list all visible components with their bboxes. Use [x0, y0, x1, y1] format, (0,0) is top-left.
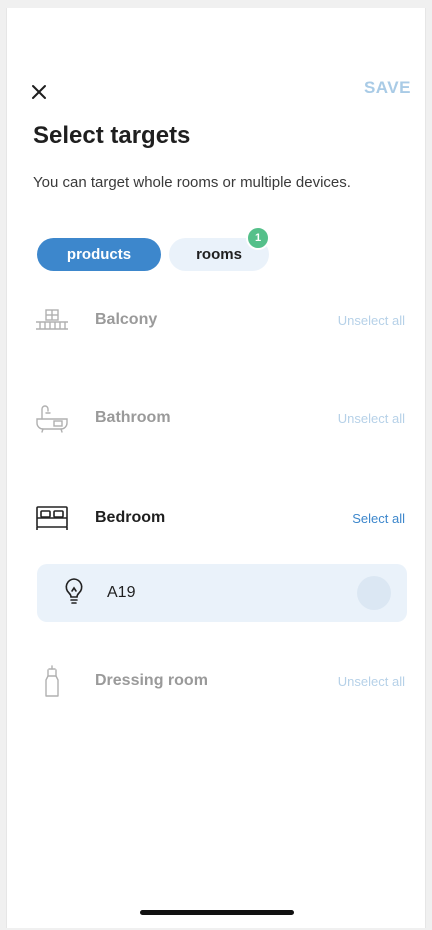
unselect-all-bathroom-link[interactable]: Unselect all	[338, 411, 405, 426]
room-label: Dressing room	[95, 672, 208, 689]
close-button[interactable]	[27, 80, 51, 104]
page-subtitle: You can target whole rooms or multiple d…	[33, 174, 351, 191]
lightbulb-icon	[63, 577, 85, 610]
page-title: Select targets	[33, 122, 191, 149]
room-label: Balcony	[95, 311, 158, 328]
unselect-all-dressing-room-link[interactable]: Unselect all	[338, 674, 405, 689]
save-button[interactable]: SAVE	[364, 78, 411, 98]
bathtub-icon	[33, 403, 71, 433]
select-all-bedroom-link[interactable]: Select all	[352, 511, 405, 526]
dress-icon	[33, 665, 71, 697]
home-indicator[interactable]	[140, 910, 294, 915]
device-item-a19[interactable]: A19	[37, 564, 407, 622]
tab-products[interactable]: products	[37, 238, 161, 271]
unselect-all-balcony-link[interactable]: Unselect all	[338, 313, 405, 328]
close-icon	[32, 85, 46, 99]
room-row-bathroom: Bathroom Unselect all	[33, 398, 405, 438]
app-screen: SAVE Select targets You can target whole…	[6, 8, 426, 928]
device-name: A19	[107, 584, 136, 601]
room-label: Bathroom	[95, 409, 171, 426]
room-label: Bedroom	[95, 509, 166, 526]
room-row-bedroom: Bedroom Select all	[33, 498, 405, 538]
room-row-balcony: Balcony Unselect all	[33, 300, 405, 340]
rooms-count-badge: 1	[246, 226, 270, 250]
device-select-toggle[interactable]	[357, 576, 391, 610]
bed-icon	[33, 503, 71, 533]
room-row-dressing-room: Dressing room Unselect all	[33, 661, 405, 701]
balcony-icon	[33, 305, 71, 335]
